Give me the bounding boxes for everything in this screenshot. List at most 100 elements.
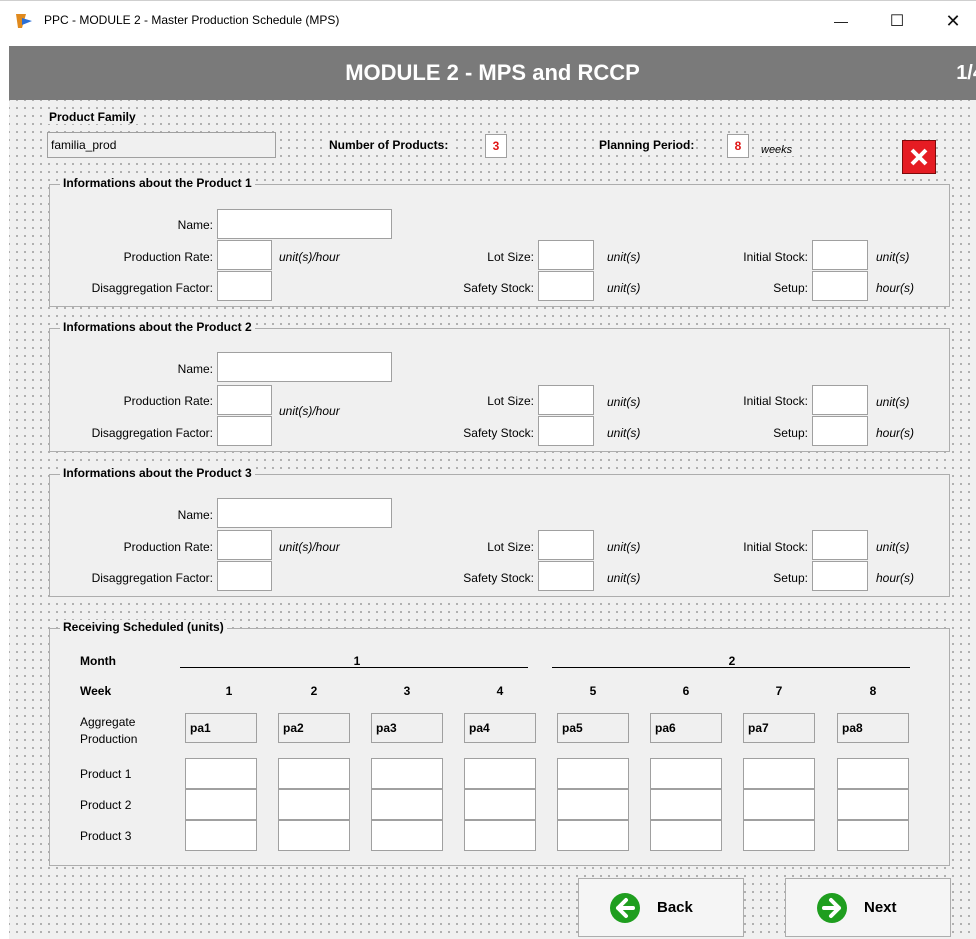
- receiving-input-p2-w6[interactable]: [650, 789, 722, 820]
- production-rate-label: Production Rate:: [123, 394, 213, 408]
- app-icon: [16, 14, 32, 28]
- receiving-input-p1-w2[interactable]: [278, 758, 350, 789]
- receiving-input-p2-w2[interactable]: [278, 789, 350, 820]
- disaggregation-factor-label: Disaggregation Factor:: [91, 426, 213, 440]
- product-1-initial-stock-input[interactable]: [812, 240, 868, 270]
- window-close-button[interactable]: ✕: [930, 7, 976, 35]
- receiving-input-p2-w3[interactable]: [371, 789, 443, 820]
- receiving-input-p1-w4[interactable]: [464, 758, 536, 789]
- receiving-input-p1-w7[interactable]: [743, 758, 815, 789]
- receiving-input-p1-w3[interactable]: [371, 758, 443, 789]
- initial-stock-unit: unit(s): [876, 250, 910, 264]
- product-2-lot-size-input[interactable]: [538, 385, 594, 415]
- next-button[interactable]: Next: [785, 878, 951, 937]
- product-3-initial-stock-input[interactable]: [812, 530, 868, 560]
- production-rate-label: Production Rate:: [123, 250, 213, 264]
- production-rate-unit: unit(s)/hour: [279, 404, 340, 418]
- setup-label: Setup:: [773, 281, 808, 295]
- planning-period-field[interactable]: 8: [727, 134, 749, 158]
- product-1-safety-stock-input[interactable]: [538, 271, 594, 301]
- product-2-production-rate-input[interactable]: [217, 385, 272, 415]
- lot-size-unit: unit(s): [607, 395, 641, 409]
- product-2-group: Informations about the Product 2 Name: P…: [49, 320, 950, 452]
- aggregate-production-cell[interactable]: pa7: [743, 713, 815, 743]
- window-title: PPC - MODULE 2 - Master Production Sched…: [44, 13, 340, 27]
- product-1-disaggregation-input[interactable]: [217, 271, 272, 301]
- aggregate-production-cell[interactable]: pa4: [464, 713, 536, 743]
- product-3-safety-stock-input[interactable]: [538, 561, 594, 591]
- receiving-input-p3-w6[interactable]: [650, 820, 722, 851]
- receiving-input-p3-w5[interactable]: [557, 820, 629, 851]
- month-1-label: 1: [353, 654, 361, 668]
- week-header: 3: [403, 684, 411, 698]
- close-icon: ✕: [945, 10, 961, 31]
- aggregate-production-cell[interactable]: pa1: [185, 713, 257, 743]
- receiving-input-p3-w2[interactable]: [278, 820, 350, 851]
- safety-stock-label: Safety Stock:: [463, 571, 534, 585]
- safety-stock-label: Safety Stock:: [463, 281, 534, 295]
- product-3-disaggregation-input[interactable]: [217, 561, 272, 591]
- receiving-input-p3-w8[interactable]: [837, 820, 909, 851]
- receiving-input-p1-w1[interactable]: [185, 758, 257, 789]
- week-header: 2: [310, 684, 318, 698]
- product-3-setup-input[interactable]: [812, 561, 868, 591]
- aggregate-production-cell[interactable]: pa5: [557, 713, 629, 743]
- receiving-input-p3-w4[interactable]: [464, 820, 536, 851]
- product-1-lot-size-input[interactable]: [538, 240, 594, 270]
- disaggregation-factor-label: Disaggregation Factor:: [91, 281, 213, 295]
- product-1-setup-input[interactable]: [812, 271, 868, 301]
- close-module-button[interactable]: [902, 140, 936, 174]
- receiving-input-p1-w5[interactable]: [557, 758, 629, 789]
- production-rate-unit: unit(s)/hour: [279, 540, 340, 554]
- arrow-right-icon: [817, 892, 847, 923]
- number-of-products-label: Number of Products:: [327, 138, 451, 152]
- product-3-name-input[interactable]: [217, 498, 392, 528]
- receiving-input-p3-w7[interactable]: [743, 820, 815, 851]
- receiving-input-p2-w5[interactable]: [557, 789, 629, 820]
- minimize-button[interactable]: —: [818, 7, 864, 35]
- group-title: Informations about the Product 2: [60, 320, 255, 334]
- aggregate-production-cell[interactable]: pa2: [278, 713, 350, 743]
- receiving-scheduled-group: Receiving Scheduled (units) Month 1 2 We…: [49, 620, 950, 866]
- receiving-input-p2-w4[interactable]: [464, 789, 536, 820]
- number-of-products-field[interactable]: 3: [485, 134, 507, 158]
- back-button[interactable]: Back: [578, 878, 744, 937]
- page-indicator: 1/4: [956, 62, 976, 84]
- product-2-name-input[interactable]: [217, 352, 392, 382]
- product-2-setup-input[interactable]: [812, 416, 868, 446]
- product-2-disaggregation-input[interactable]: [217, 416, 272, 446]
- group-title: Receiving Scheduled (units): [60, 620, 227, 634]
- module-header: MODULE 2 - MPS and RCCP 1/4: [9, 46, 976, 100]
- receiving-input-p2-w8[interactable]: [837, 789, 909, 820]
- name-label: Name:: [177, 362, 213, 376]
- receiving-input-p2-w7[interactable]: [743, 789, 815, 820]
- receiving-input-p3-w3[interactable]: [371, 820, 443, 851]
- form-area: Product Family familia_prod Number of Pr…: [9, 100, 976, 939]
- setup-unit: hour(s): [876, 571, 915, 585]
- maximize-button[interactable]: ☐: [874, 7, 920, 35]
- product-3-group: Informations about the Product 3 Name: P…: [49, 466, 950, 597]
- product-3-lot-size-input[interactable]: [538, 530, 594, 560]
- aggregate-production-cell[interactable]: pa3: [371, 713, 443, 743]
- receiving-input-p1-w8[interactable]: [837, 758, 909, 789]
- receiving-input-p1-w6[interactable]: [650, 758, 722, 789]
- product-2-safety-stock-input[interactable]: [538, 416, 594, 446]
- month-2-divider: [552, 667, 910, 668]
- product-2-initial-stock-input[interactable]: [812, 385, 868, 415]
- aggregate-production-cell[interactable]: pa6: [650, 713, 722, 743]
- window-titlebar: PPC - MODULE 2 - Master Production Sched…: [0, 0, 976, 41]
- x-icon: [910, 148, 928, 166]
- planning-period-unit: weeks: [759, 144, 795, 156]
- aggregate-production-cell[interactable]: pa8: [837, 713, 909, 743]
- product-3-production-rate-input[interactable]: [217, 530, 272, 560]
- product-1-production-rate-input[interactable]: [217, 240, 272, 270]
- name-label: Name:: [177, 218, 213, 232]
- lot-size-unit: unit(s): [607, 540, 641, 554]
- receiving-input-p2-w1[interactable]: [185, 789, 257, 820]
- product-1-name-input[interactable]: [217, 209, 392, 239]
- setup-label: Setup:: [773, 571, 808, 585]
- receiving-input-p3-w1[interactable]: [185, 820, 257, 851]
- initial-stock-unit: unit(s): [876, 395, 910, 409]
- group-title: Informations about the Product 3: [60, 466, 255, 480]
- product-family-field[interactable]: familia_prod: [47, 132, 276, 158]
